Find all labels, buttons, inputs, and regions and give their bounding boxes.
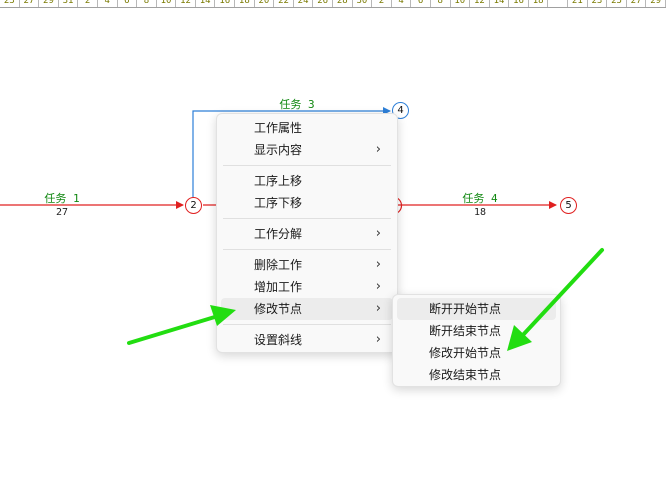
- submenu-item-disconnect-end[interactable]: 断开结束节点: [397, 320, 556, 342]
- chevron-right-icon: ›: [375, 257, 381, 272]
- menu-item-add-work[interactable]: 增加工作 ›: [221, 276, 393, 298]
- menu-item-label: 工作分解: [254, 227, 303, 241]
- menu-item-work-breakdown[interactable]: 工作分解 ›: [221, 223, 393, 245]
- menu-item-label: 工序下移: [254, 196, 303, 210]
- submenu-item-disconnect-start[interactable]: 断开开始节点: [397, 298, 556, 320]
- chevron-right-icon: ›: [375, 332, 381, 347]
- submenu-item-label: 断开开始节点: [429, 302, 502, 316]
- menu-item-label: 删除工作: [254, 258, 303, 272]
- chevron-right-icon: ›: [375, 142, 381, 157]
- menu-item-label: 工序上移: [254, 174, 303, 188]
- node-2[interactable]: 2: [185, 197, 202, 214]
- submenu-item-label: 修改开始节点: [429, 346, 502, 360]
- menu-item-label: 增加工作: [254, 280, 303, 294]
- menu-separator: [223, 165, 391, 166]
- submenu-item-label: 断开结束节点: [429, 324, 502, 338]
- chevron-right-icon: ›: [375, 279, 381, 294]
- menu-item-label: 设置斜线: [254, 333, 303, 347]
- menu-item-move-down[interactable]: 工序下移: [221, 192, 393, 214]
- menu-item-move-up[interactable]: 工序上移: [221, 170, 393, 192]
- menu-item-work-properties[interactable]: 工作属性: [221, 117, 393, 139]
- menu-item-delete-work[interactable]: 删除工作 ›: [221, 254, 393, 276]
- task-1-name: 任务 1: [44, 192, 80, 205]
- task-4-duration: 18: [473, 207, 487, 218]
- menu-item-label: 修改节点: [254, 302, 303, 316]
- task-4-name: 任务 4: [462, 192, 498, 205]
- node-5[interactable]: 5: [560, 197, 577, 214]
- menu-item-display-content[interactable]: 显示内容 ›: [221, 139, 393, 161]
- submenu-item-modify-start[interactable]: 修改开始节点: [397, 342, 556, 364]
- menu-separator: [223, 218, 391, 219]
- submenu-item-label: 修改结束节点: [429, 368, 502, 382]
- submenu-item-modify-end[interactable]: 修改结束节点: [397, 364, 556, 386]
- menu-separator: [223, 249, 391, 250]
- chevron-right-icon: ›: [375, 226, 381, 241]
- menu-item-modify-node[interactable]: 修改节点 ›: [221, 298, 393, 320]
- menu-item-label: 工作属性: [254, 121, 303, 135]
- task-1-duration: 27: [55, 207, 69, 218]
- menu-item-label: 显示内容: [254, 143, 303, 157]
- context-menu: 工作属性 显示内容 › 工序上移 工序下移 工作分解 › 删除工作 › 增加工作…: [216, 113, 398, 353]
- menu-separator: [223, 324, 391, 325]
- submenu-modify-node: 断开开始节点 断开结束节点 修改开始节点 修改结束节点: [392, 294, 561, 387]
- task-3-name: 任务 3: [279, 98, 315, 111]
- menu-item-set-slash[interactable]: 设置斜线 ›: [221, 329, 393, 351]
- chevron-right-icon: ›: [375, 301, 381, 316]
